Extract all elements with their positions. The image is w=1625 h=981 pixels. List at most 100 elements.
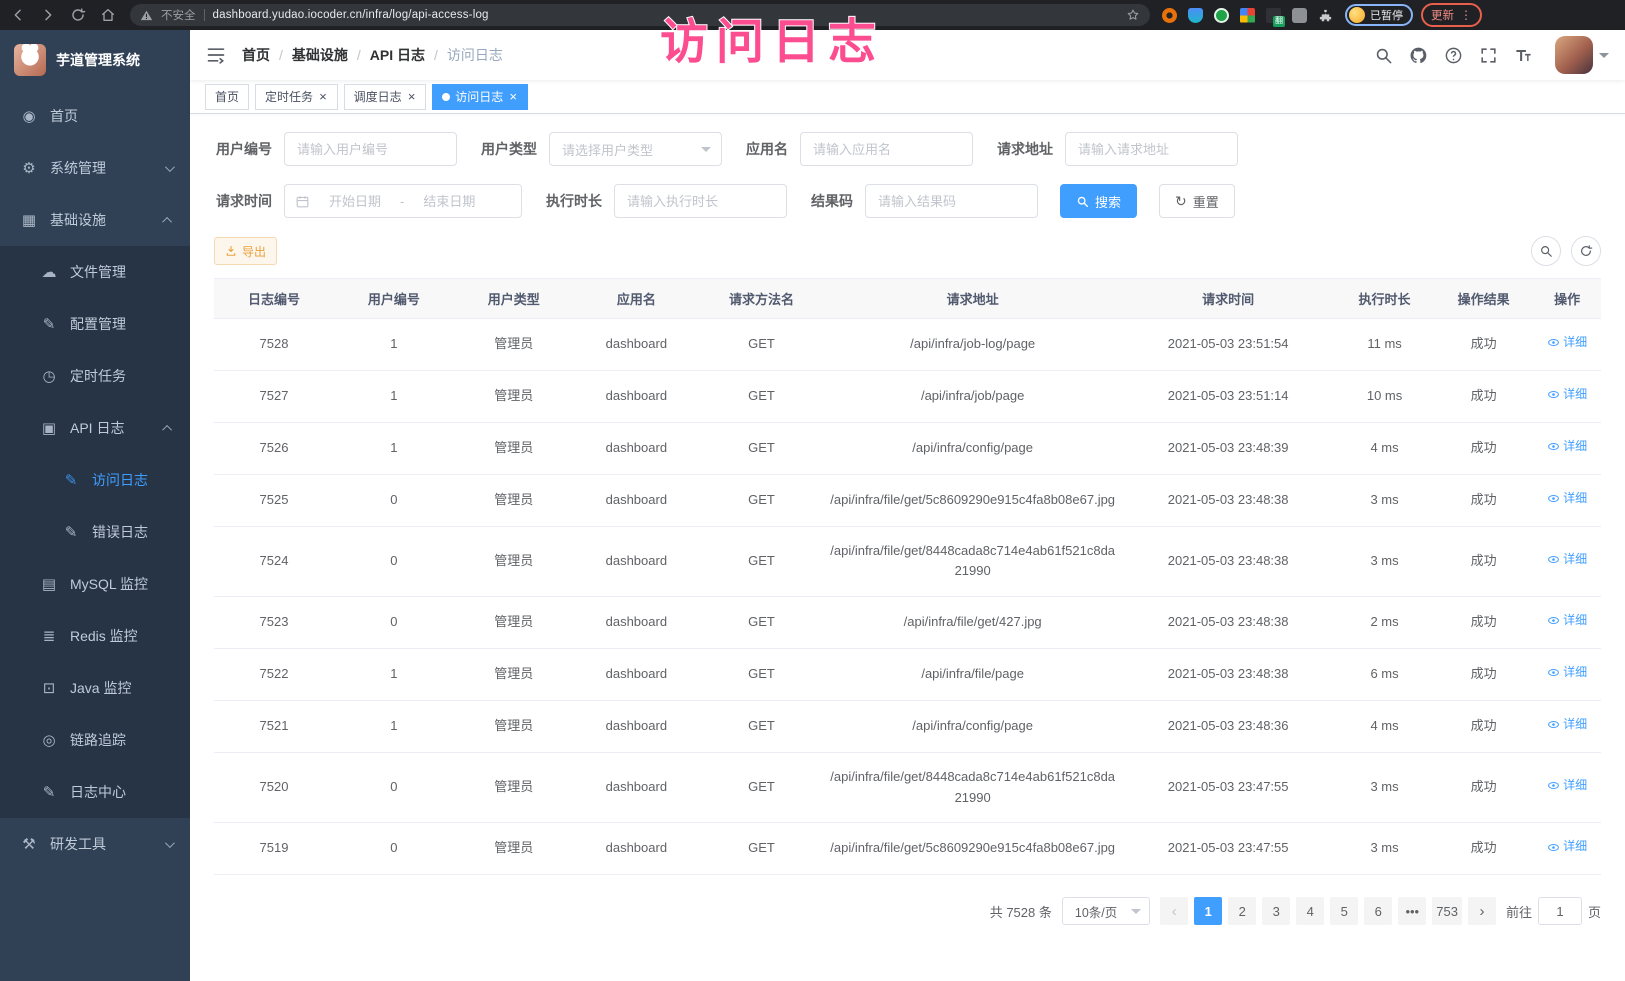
github-icon[interactable] [1409,46,1428,65]
detail-link[interactable]: 详细 [1547,663,1587,682]
puzzle-icon[interactable] [1318,8,1333,23]
tab[interactable]: 调度日志 [344,84,427,110]
result-code-input[interactable] [865,184,1038,218]
cell-log-id: 7520 [214,752,334,823]
font-size-icon[interactable] [1514,46,1533,65]
tab[interactable]: 定时任务 [255,84,338,110]
sidebar-toggle-icon[interactable] [206,45,226,65]
sidebar-item[interactable]: 研发工具 [0,818,190,870]
detail-link[interactable]: 详细 [1547,776,1587,795]
page-number-button[interactable]: 753 [1432,897,1462,925]
next-page-button[interactable] [1468,897,1496,925]
back-icon[interactable] [10,7,26,23]
reload-icon[interactable] [70,7,86,23]
app-name-input[interactable] [800,132,973,166]
user-avatar-dropdown[interactable] [1555,36,1609,74]
sidebar-item[interactable]: 定时任务 [0,350,190,402]
cell-user-type: 管理员 [454,526,574,597]
page-number-button[interactable]: 3 [1262,897,1290,925]
sidebar-item[interactable]: API 日志 [0,402,190,454]
browser-profile-chip[interactable]: 已暂停 [1345,4,1413,26]
close-icon[interactable] [407,90,417,103]
bookmark-star-icon[interactable] [1126,8,1140,22]
page-number-button[interactable]: 5 [1330,897,1358,925]
sidebar-item[interactable]: 错误日志 [0,506,190,558]
detail-link[interactable]: 详细 [1547,837,1587,856]
extension-icon-translate[interactable]: 翻 [1266,8,1281,23]
extension-icon-grid[interactable] [1240,8,1255,23]
end-date-input[interactable] [410,194,488,209]
extension-icon-green[interactable] [1214,8,1229,23]
extension-icon-shield[interactable] [1188,8,1203,23]
breadcrumb-item[interactable]: 首页 [242,45,292,65]
page-number-button[interactable]: 6 [1364,897,1392,925]
sidebar-item[interactable]: 系统管理 [0,142,190,194]
column-header: 执行时长 [1335,279,1434,319]
sidebar-item[interactable]: 日志中心 [0,766,190,818]
chevron-icon [162,424,172,434]
detail-link[interactable]: 详细 [1547,333,1587,352]
extension-icon-gray[interactable] [1292,8,1307,23]
calendar-icon [295,194,310,209]
forward-icon[interactable] [40,7,56,23]
sidebar-item[interactable]: 文件管理 [0,246,190,298]
address-bar[interactable]: 不安全 dashboard.yudao.iocoder.cn/infra/log… [130,4,1150,26]
page-number-button[interactable]: ••• [1398,897,1426,925]
sidebar-item[interactable]: MySQL 监控 [0,558,190,610]
sidebar-item[interactable]: 首页 [0,90,190,142]
reset-button[interactable]: 重置 [1159,184,1235,218]
export-button[interactable]: 导出 [214,237,277,265]
sidebar-item[interactable]: Redis 监控 [0,610,190,662]
search-button[interactable]: 搜索 [1060,184,1137,218]
breadcrumb-item[interactable]: 基础设施 [292,45,370,65]
user-type-select[interactable]: 请选择用户类型 [549,132,722,166]
sidebar-item[interactable]: 基础设施 [0,194,190,246]
extension-icon-orange[interactable] [1162,8,1177,23]
sidebar-item[interactable]: 配置管理 [0,298,190,350]
dashboard-icon [20,107,38,125]
sidebar-item[interactable]: 链路追踪 [0,714,190,766]
tab[interactable]: 访问日志 [432,84,528,110]
toggle-search-button[interactable] [1531,236,1561,266]
page-number-button[interactable]: 4 [1296,897,1324,925]
detail-link[interactable]: 详细 [1547,715,1587,734]
sidebar-item[interactable]: Java 监控 [0,662,190,714]
cell-result: 成功 [1434,700,1533,752]
page-number-button[interactable]: 2 [1228,897,1256,925]
page-size-select[interactable]: 10条/页 [1062,897,1150,925]
tab[interactable]: 首页 [205,84,249,110]
page-number-button[interactable]: 1 [1194,897,1222,925]
prev-page-button[interactable] [1160,897,1188,925]
help-icon[interactable] [1444,46,1463,65]
date-range-picker[interactable]: - [284,184,522,218]
goto-page-input[interactable] [1538,897,1582,925]
close-icon[interactable] [508,90,518,103]
detail-link[interactable]: 详细 [1547,550,1587,569]
detail-link[interactable]: 详细 [1547,385,1587,404]
user-id-input[interactable] [284,132,457,166]
start-date-input[interactable] [316,194,394,209]
close-icon[interactable] [318,90,328,103]
cell-duration: 3 ms [1335,474,1434,526]
request-url-input[interactable] [1065,132,1238,166]
cell-method: GET [699,422,824,474]
sidebar-item[interactable]: 访问日志 [0,454,190,506]
cell-user-type: 管理员 [454,422,574,474]
browser-update-button[interactable]: 更新 [1421,3,1482,27]
duration-input[interactable] [614,184,787,218]
refresh-table-button[interactable] [1571,236,1601,266]
detail-link[interactable]: 详细 [1547,611,1587,630]
detail-link[interactable]: 详细 [1547,437,1587,456]
fullscreen-icon[interactable] [1479,46,1498,65]
kebab-menu-icon[interactable] [1460,8,1472,22]
home-icon[interactable] [100,7,116,23]
warning-icon [140,9,153,22]
cell-user-id: 0 [334,752,454,823]
breadcrumb-item[interactable]: 访问日志 [447,45,503,65]
cell-app-name: dashboard [574,823,699,875]
detail-link[interactable]: 详细 [1547,489,1587,508]
cell-user-type: 管理员 [454,319,574,371]
breadcrumb-item[interactable]: API 日志 [370,45,447,65]
search-icon[interactable] [1374,46,1393,65]
cell-method: GET [699,474,824,526]
